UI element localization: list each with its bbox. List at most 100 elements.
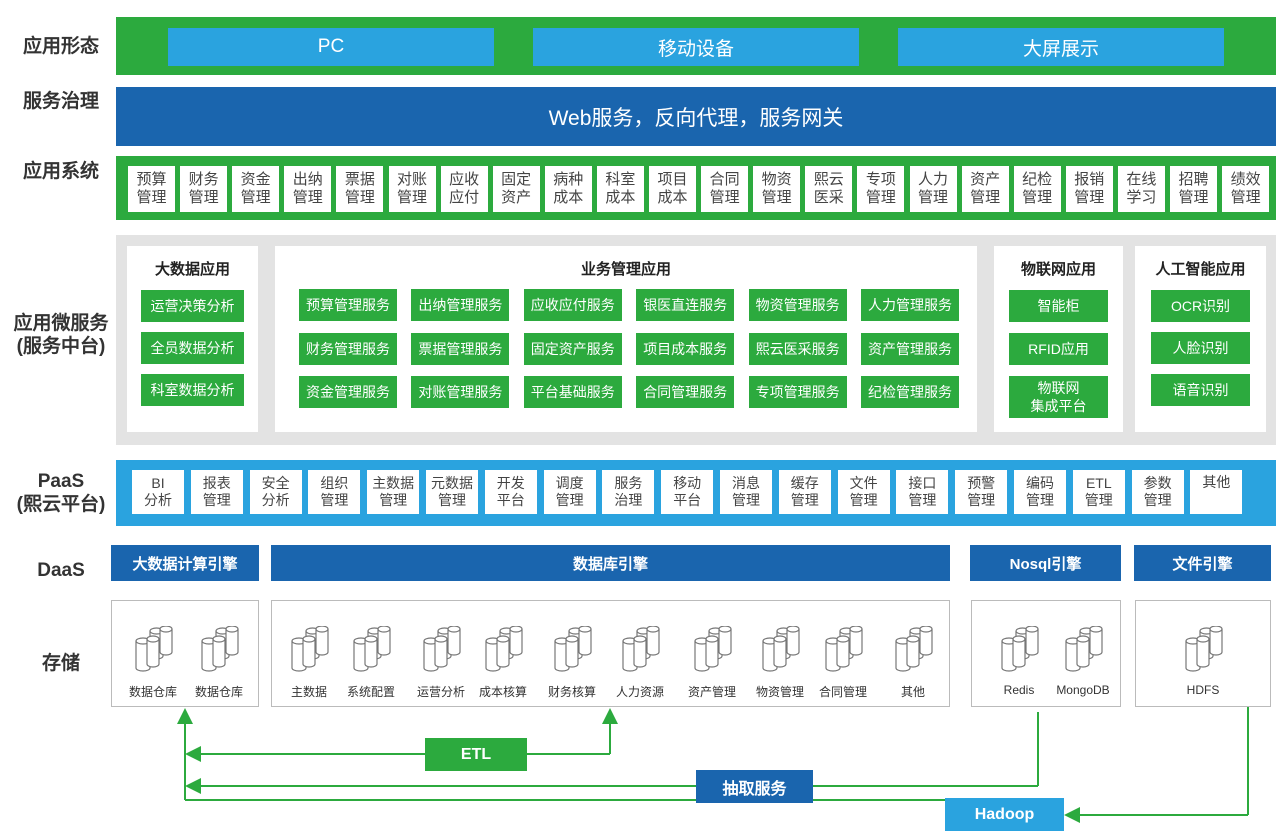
storage-label: 资产管理 <box>687 685 736 699</box>
text-line: 医采 <box>813 189 844 206</box>
text-line: 管理 <box>344 189 375 206</box>
database-cylinders-icon <box>895 625 933 672</box>
text-line: 平台 <box>496 492 525 508</box>
text-line: 病种 <box>553 171 584 188</box>
storage-file-item: HDFS <box>1165 625 1241 697</box>
text-line: 移动 <box>673 475 702 491</box>
app-system-item: 对账 管理 <box>388 166 436 212</box>
text-line: 管理 <box>970 189 1001 206</box>
text-line: 缓存 <box>790 475 819 491</box>
text-line: 管理 <box>1022 189 1053 206</box>
paas-item: 报表 管理 <box>190 470 243 514</box>
text-line: 应收 <box>449 171 480 188</box>
app-system-item: 科室 成本 <box>596 166 644 212</box>
text-line: 管理 <box>732 492 760 508</box>
app-system-item: 票据 管理 <box>336 166 384 212</box>
business-item: 专项管理服务 <box>748 376 847 408</box>
app-system-item: 固定 资产 <box>492 166 540 212</box>
database-icon <box>805 625 881 677</box>
text-line: 管理 <box>908 492 937 508</box>
text-line: 物资 <box>761 171 792 188</box>
text-line: 消息 <box>732 475 760 491</box>
text-line: 组织 <box>320 475 349 491</box>
text-line: 管理 <box>1084 492 1113 508</box>
app-system-item: 资金 管理 <box>232 166 280 212</box>
business-item: 合同管理服务 <box>636 376 735 408</box>
text-line: 接口 <box>908 475 937 491</box>
ai-item: OCR识别 <box>1151 290 1250 322</box>
iot-item: 智能柜 <box>1009 290 1108 322</box>
text-line: 管理 <box>136 189 167 206</box>
database-cylinders-icon <box>423 625 461 672</box>
text-line: 管理 <box>320 492 349 508</box>
storage-nosql-item: MongoDB <box>1045 625 1121 697</box>
business-item: 纪检管理服务 <box>861 376 959 408</box>
storage-label: MongoDB <box>1056 683 1110 697</box>
paas-item: 预警 管理 <box>955 470 1008 514</box>
text-line: 预算 <box>136 171 167 188</box>
text-line: 管理 <box>202 492 231 508</box>
text-line: 预警 <box>967 475 996 491</box>
text-line: 票据 <box>344 171 375 188</box>
business-item: 应收应付服务 <box>523 289 622 321</box>
text-line: 分析 <box>144 492 172 508</box>
text-line: 管理 <box>761 189 792 206</box>
text-line: 学习 <box>1126 189 1157 206</box>
business-item: 资金管理服务 <box>299 376 397 408</box>
paas-item: 组织 管理 <box>308 470 361 514</box>
storage-database-item: 其他 <box>875 625 951 700</box>
text-line: 管理 <box>1026 492 1054 508</box>
text-line: 管理 <box>849 492 878 508</box>
text-line: 应付 <box>449 189 480 206</box>
text-line: BI <box>151 475 165 491</box>
business-item: 固定资产服务 <box>523 332 622 365</box>
storage-label: 财务核算 <box>547 685 596 699</box>
app-system-item: 在线 学习 <box>1117 166 1165 212</box>
storage-label: 数据仓库 <box>194 685 243 699</box>
database-cylinders-icon <box>135 625 173 672</box>
text-line: ETL <box>1085 475 1112 491</box>
storage-label: HDFS <box>1186 683 1220 697</box>
text-line: 集成平台 <box>1030 398 1087 414</box>
text-line: 物联网 <box>1037 380 1080 396</box>
business-item: 银医直连服务 <box>636 289 735 321</box>
text-line: 管理 <box>188 189 219 206</box>
text-line: 在线 <box>1126 171 1157 188</box>
text-line: 开发 <box>496 475 525 491</box>
storage-label: 合同管理 <box>818 685 867 699</box>
app-system-item: 专项 管理 <box>857 166 905 212</box>
database-cylinders-icon <box>825 625 863 672</box>
paas-item: 参数 管理 <box>1131 470 1184 514</box>
storage-database-item: 成本核算 <box>465 625 541 700</box>
text-line: 报表 <box>202 475 231 491</box>
database-icon <box>181 625 257 677</box>
text-line: 元数据 <box>431 475 473 491</box>
storage-bigdata-item: 数据仓库 <box>115 625 191 700</box>
text-line: 管理 <box>379 492 408 508</box>
iot-item: RFID应用 <box>1009 333 1108 365</box>
text-line: 管理 <box>790 492 819 508</box>
business-item: 票据管理服务 <box>411 332 510 365</box>
text-line: 其他 <box>1202 474 1231 490</box>
text-line: 管理 <box>967 492 996 508</box>
database-icon <box>465 625 541 677</box>
text-line: 管理 <box>709 189 740 206</box>
iot-item: 物联网 集成平台 <box>1009 376 1108 418</box>
text-line: 出纳 <box>292 171 323 188</box>
database-icon <box>674 625 750 677</box>
text-line: 管理 <box>555 492 584 508</box>
text-line: 成本 <box>553 189 584 206</box>
business-item: 预算管理服务 <box>299 289 397 321</box>
paas-item: 主数据 管理 <box>367 470 420 514</box>
business-item: 人力管理服务 <box>861 289 959 321</box>
database-icon <box>1165 625 1241 677</box>
paas-item: 其他 <box>1190 470 1243 514</box>
text-line: 文件 <box>849 475 878 491</box>
bigdata-item: 全员数据分析 <box>141 332 244 364</box>
database-cylinders-icon <box>353 625 391 672</box>
app-system-item: 招聘 管理 <box>1170 166 1217 212</box>
paas-item: 移动 平台 <box>661 470 714 514</box>
paas-item: 编码 管理 <box>1014 470 1066 514</box>
business-item: 平台基础服务 <box>523 376 622 408</box>
text-line: 管理 <box>1074 189 1105 206</box>
